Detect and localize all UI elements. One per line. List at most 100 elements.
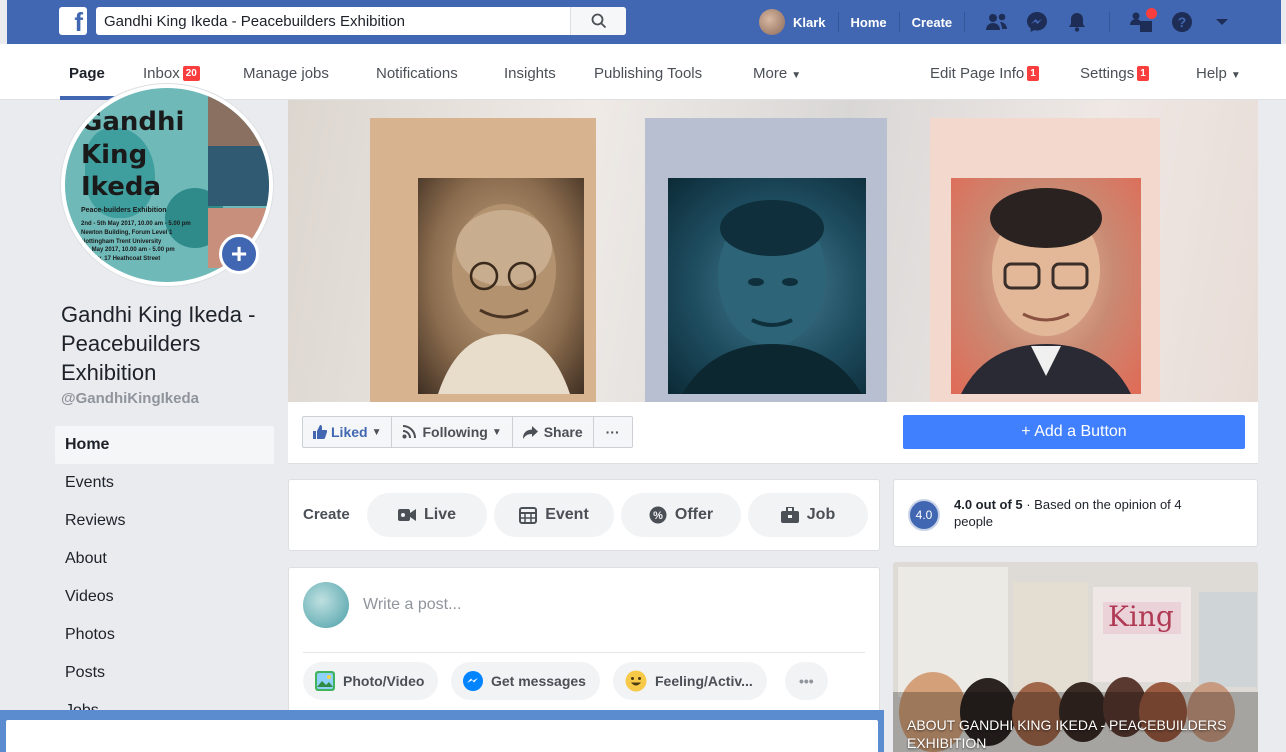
rating-card[interactable]: 4.0 4.0 out of 5 · Based on the opinion … bbox=[893, 479, 1258, 547]
home-link[interactable]: Home bbox=[851, 15, 887, 30]
search-input[interactable] bbox=[104, 7, 564, 35]
sidebar-item-home[interactable]: Home bbox=[55, 426, 274, 464]
event-label: Event bbox=[545, 506, 589, 523]
tab-publishing-tools[interactable]: Publishing Tools bbox=[594, 44, 702, 100]
tab-more[interactable]: More ▼ bbox=[753, 44, 801, 100]
caret-down-icon: ▼ bbox=[491, 426, 502, 438]
page-title: Gandhi King Ikeda - Peacebuilders Exhibi… bbox=[61, 302, 256, 385]
offer-label: Offer bbox=[674, 506, 714, 523]
notifications-icon[interactable] bbox=[1064, 9, 1090, 35]
live-label: Live bbox=[423, 506, 456, 523]
feeling-activity-button[interactable]: Feeling/Activ... bbox=[613, 662, 767, 700]
more-options-button[interactable]: ••• bbox=[785, 662, 828, 700]
caret-down-icon: ▼ bbox=[371, 426, 382, 438]
profile-picture-line: Newton Building, Forum Level 1 bbox=[81, 229, 173, 236]
caret-down-icon: ▼ bbox=[791, 70, 802, 81]
sidebar-item-videos[interactable]: Videos bbox=[55, 578, 274, 616]
divider bbox=[1109, 12, 1111, 32]
tab-edit-page-info[interactable]: Edit Page Info 1 bbox=[930, 44, 1039, 100]
overlay-popup[interactable] bbox=[6, 720, 878, 752]
user-avatar bbox=[759, 9, 785, 35]
about-caption: ABOUT GANDHI KING IKEDA - PEACEBUILDERS … bbox=[907, 717, 1227, 751]
search-box bbox=[96, 7, 626, 35]
caret-down-icon: ▼ bbox=[1230, 70, 1241, 81]
messenger-icon bbox=[463, 671, 483, 691]
profile-picture-details: Peace-builders Exhibition 2nd - 5th May … bbox=[81, 206, 211, 264]
friends-icon[interactable] bbox=[984, 9, 1010, 35]
sidebar-item-events[interactable]: Events bbox=[55, 464, 274, 502]
facebook-logo-icon[interactable]: f bbox=[59, 7, 87, 35]
user-name: Klark bbox=[793, 14, 826, 30]
tab-help[interactable]: Help ▼ bbox=[1196, 44, 1241, 100]
tab-inbox-label: Inbox bbox=[143, 65, 180, 82]
create-label: Create bbox=[303, 506, 350, 523]
photo-icon bbox=[315, 671, 335, 691]
create-offer-button[interactable]: % Offer bbox=[621, 493, 741, 537]
top-nav-right: Klark Home Create ? bbox=[759, 0, 1242, 44]
search-button[interactable] bbox=[570, 7, 626, 35]
plus-icon: + bbox=[230, 238, 248, 269]
photo-video-button[interactable]: Photo/Video bbox=[303, 662, 439, 700]
exhibition-sign-text: King bbox=[1108, 600, 1174, 633]
photo-video-label: Photo/Video bbox=[343, 673, 425, 689]
page-action-group: Liked ▼ Following ▼ Share ··· bbox=[302, 416, 633, 448]
profile-picture-title-line: Gandhi bbox=[81, 107, 185, 137]
add-a-button[interactable]: + Add a Button bbox=[903, 415, 1245, 449]
notification-dot bbox=[1146, 8, 1158, 19]
tab-help-label: Help bbox=[1196, 65, 1227, 82]
tab-more-label: More bbox=[753, 65, 788, 82]
profile-picture-line: Gallery, 17 Heathcoat Street bbox=[81, 255, 161, 262]
feeling-activity-label: Feeling/Activ... bbox=[655, 673, 753, 689]
messenger-icon[interactable] bbox=[1024, 9, 1050, 35]
briefcase-icon bbox=[780, 507, 799, 523]
divider bbox=[898, 12, 900, 32]
get-messages-label: Get messages bbox=[491, 673, 586, 689]
portrait-ikeda bbox=[951, 178, 1141, 394]
page-handle[interactable]: @GandhiKingIkeda bbox=[61, 390, 199, 407]
page-icon[interactable] bbox=[1129, 8, 1158, 35]
get-messages-button[interactable]: Get messages bbox=[451, 662, 600, 700]
divider bbox=[964, 12, 966, 32]
dropdown-icon[interactable] bbox=[1209, 9, 1235, 35]
portrait-king bbox=[668, 178, 866, 394]
following-button[interactable]: Following ▼ bbox=[392, 417, 513, 447]
sidebar-item-reviews[interactable]: Reviews bbox=[55, 502, 274, 540]
inbox-count-badge: 20 bbox=[182, 66, 200, 81]
tab-insights[interactable]: Insights bbox=[504, 44, 556, 100]
rating-summary: 4.0 out of 5 · Based on the opinion of 4… bbox=[954, 496, 1214, 530]
share-button[interactable]: Share bbox=[513, 417, 594, 447]
profile-picture-line: 7th May 2017, 10.00 am - 5.00 pm bbox=[81, 247, 175, 254]
svg-text:%: % bbox=[653, 510, 663, 522]
about-photo[interactable]: King ABOUT GANDHI KING IKEDA - PEACEBUIL… bbox=[893, 562, 1258, 752]
sidebar-item-about[interactable]: About bbox=[55, 540, 274, 578]
top-bar-blue: f Klark Home Create bbox=[7, 0, 1281, 44]
top-bar: f Klark Home Create bbox=[0, 0, 1286, 44]
sidebar-item-posts[interactable]: Posts bbox=[55, 654, 274, 692]
tab-settings-label: Settings bbox=[1080, 65, 1135, 82]
profile-picture-title-line: King bbox=[81, 139, 148, 170]
update-profile-picture-button[interactable]: + bbox=[219, 234, 259, 274]
tab-settings[interactable]: Settings 1 bbox=[1080, 44, 1149, 100]
create-job-button[interactable]: Job bbox=[748, 493, 868, 537]
write-post-input[interactable]: Write a post... bbox=[363, 596, 461, 614]
more-actions-button[interactable]: ··· bbox=[594, 417, 632, 447]
create-link[interactable]: Create bbox=[912, 15, 952, 30]
divider bbox=[303, 652, 865, 653]
create-live-button[interactable]: Live bbox=[367, 493, 487, 537]
profile-picture-subtitle: Peace-builders Exhibition bbox=[81, 207, 167, 214]
create-event-button[interactable]: Event bbox=[494, 493, 614, 537]
tab-notifications[interactable]: Notifications bbox=[376, 44, 458, 100]
create-card: Create Live Event % Offer Job bbox=[288, 479, 880, 551]
thumbs-up-icon bbox=[313, 425, 327, 439]
cover-photo[interactable] bbox=[288, 100, 1258, 402]
rating-headline: 4.0 out of 5 bbox=[954, 497, 1023, 512]
profile-picture-line: 2nd - 5th May 2017, 10.00 am - 5.00 pm bbox=[81, 221, 191, 228]
profile-link[interactable]: Klark bbox=[759, 9, 826, 35]
offer-tag-icon: % bbox=[649, 506, 667, 524]
liked-button[interactable]: Liked ▼ bbox=[303, 417, 393, 447]
sidebar-item-photos[interactable]: Photos bbox=[55, 616, 274, 654]
profile-picture-title-line: Ikeda bbox=[81, 172, 162, 202]
page-action-bar: Liked ▼ Following ▼ Share ··· + Add a Butt… bbox=[288, 402, 1258, 464]
sidebar-nav: Home Events Reviews About Videos Photos … bbox=[55, 426, 274, 730]
help-icon[interactable]: ? bbox=[1169, 9, 1195, 35]
